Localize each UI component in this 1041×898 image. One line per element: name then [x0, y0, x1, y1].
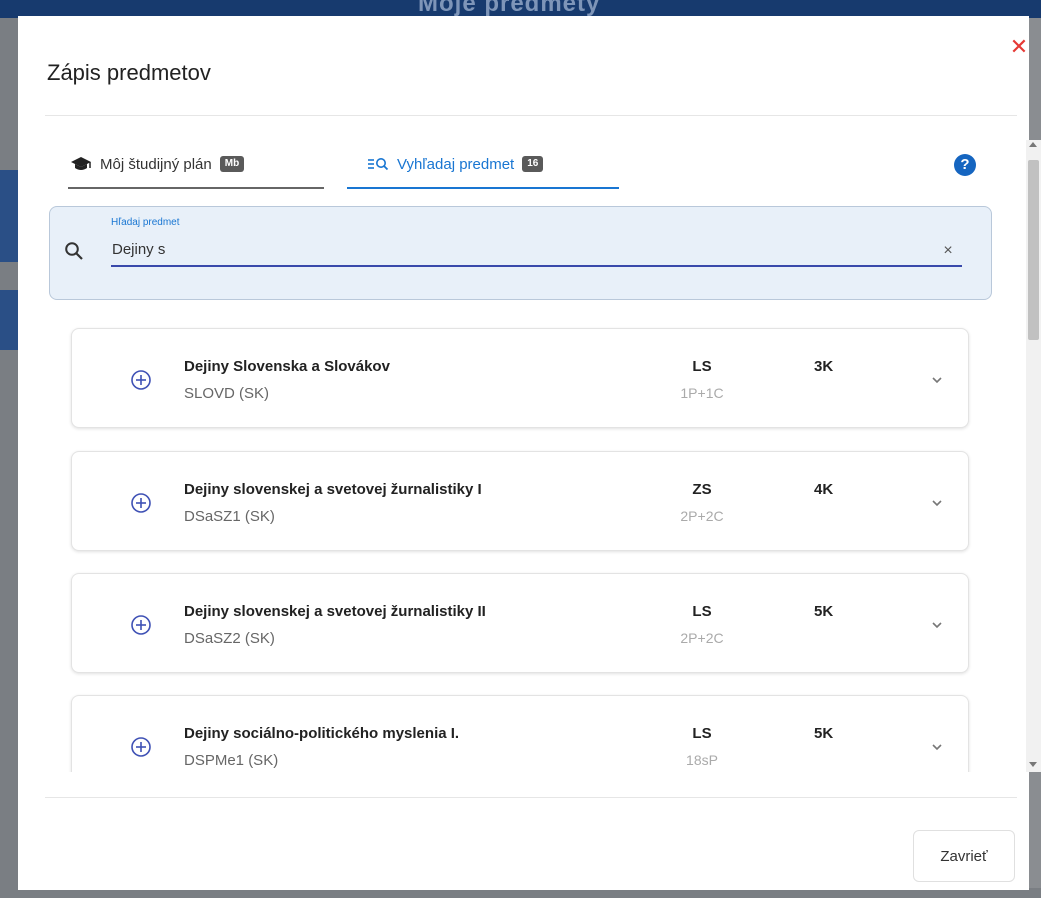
clear-search-icon[interactable]: × [940, 243, 956, 259]
chevron-down-icon[interactable] [930, 373, 944, 387]
scroll-up-arrow-icon[interactable] [1029, 142, 1037, 147]
search-input[interactable] [111, 237, 962, 267]
tab-search-course[interactable]: Vyhľadaj predmet 16 [347, 141, 619, 189]
tab-study-plan-label: Môj študijný plán [100, 155, 212, 173]
chevron-down-icon[interactable] [930, 618, 944, 632]
course-name: Dejiny sociálno-politického myslenia I. [184, 725, 460, 742]
course-card: Dejiny slovenskej a svetovej žurnalistik… [71, 573, 969, 673]
course-semester: LS [692, 603, 712, 620]
course-results-list: Dejiny Slovenska a Slovákov SLOVD (SK) L… [45, 310, 995, 772]
add-course-icon[interactable] [130, 492, 152, 514]
course-name: Dejiny slovenskej a svetovej žurnalistik… [184, 481, 482, 498]
course-semester: ZS [692, 481, 712, 498]
add-course-icon[interactable] [130, 614, 152, 636]
course-code: DSPMe1 (SK) [184, 752, 279, 769]
course-code: DSaSZ2 (SK) [184, 630, 275, 647]
chevron-down-icon[interactable] [930, 496, 944, 510]
course-credits: 3K [814, 358, 834, 375]
course-code: SLOVD (SK) [184, 385, 270, 402]
course-hours: 2P+2C [680, 508, 724, 524]
list-search-icon [368, 158, 389, 171]
title-divider [45, 115, 1017, 116]
results-scrollbar[interactable] [1026, 140, 1041, 772]
chevron-down-icon[interactable] [930, 740, 944, 754]
help-icon[interactable]: ? [954, 154, 976, 176]
tab-search-course-label: Vyhľadaj predmet [397, 155, 515, 173]
course-credits: 5K [814, 603, 834, 620]
course-credits: 4K [814, 481, 834, 498]
scrollbar-thumb[interactable] [1028, 160, 1039, 340]
add-course-icon[interactable] [130, 736, 152, 758]
course-card: Dejiny slovenskej a svetovej žurnalistik… [71, 451, 969, 551]
course-card: Dejiny sociálno-politického myslenia I. … [71, 695, 969, 772]
course-semester: LS [692, 725, 712, 742]
course-name: Dejiny Slovenska a Slovákov [184, 358, 390, 375]
course-code: DSaSZ1 (SK) [184, 508, 275, 525]
footer-divider [45, 797, 1017, 798]
course-hours: 1P+1C [680, 385, 724, 401]
close-button[interactable]: Zavrieť [913, 830, 1015, 882]
background-sidebar-block [0, 290, 18, 350]
close-dialog-icon[interactable]: ✕ [1008, 36, 1030, 58]
scroll-down-arrow-icon[interactable] [1029, 762, 1037, 767]
tab-study-plan[interactable]: Môj študijný plán Mb [68, 141, 324, 189]
tab-study-plan-badge: Mb [219, 156, 245, 172]
search-field-label: Hľadaj predmet [111, 217, 180, 228]
course-card: Dejiny Slovenska a Slovákov SLOVD (SK) L… [71, 328, 969, 428]
add-course-icon[interactable] [130, 369, 152, 391]
course-name: Dejiny slovenskej a svetovej žurnalistik… [184, 603, 486, 620]
search-field: Hľadaj predmet × [49, 206, 992, 300]
dialog-title: Zápis predmetov [47, 60, 211, 85]
graduation-cap-icon [71, 157, 91, 170]
course-semester: LS [692, 358, 712, 375]
course-hours: 2P+2C [680, 630, 724, 646]
course-hours: 18sP [686, 752, 718, 768]
background-sidebar-block [0, 170, 18, 262]
search-icon [65, 242, 83, 260]
tab-search-course-badge: 16 [522, 156, 544, 172]
course-credits: 5K [814, 725, 834, 742]
